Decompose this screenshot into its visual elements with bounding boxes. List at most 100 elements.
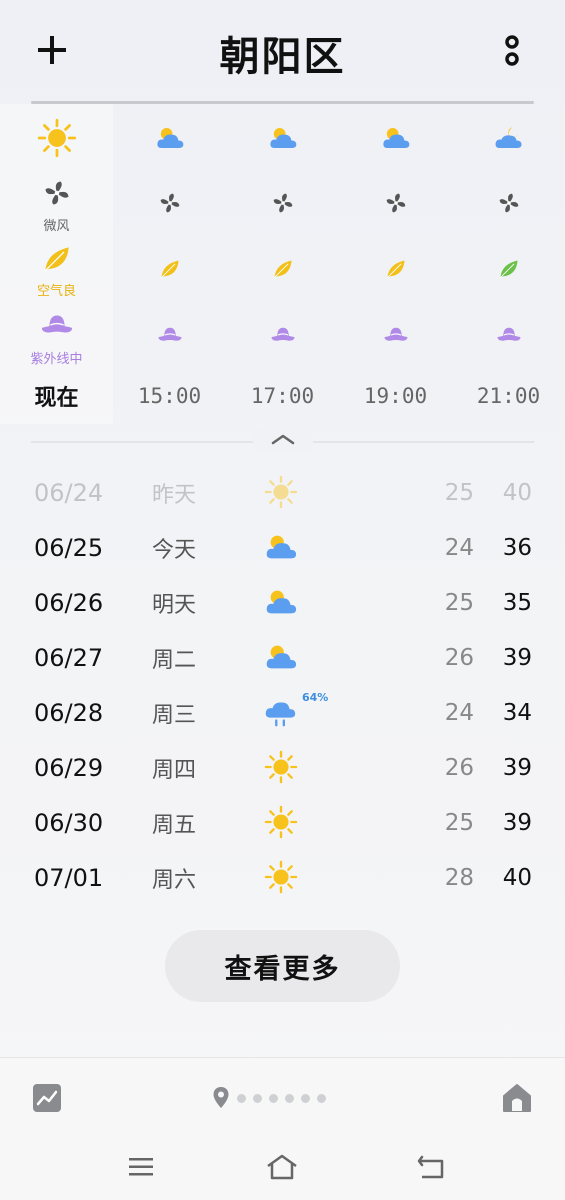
header: 朝阳区 <box>0 0 565 100</box>
sunny-icon <box>264 860 300 896</box>
day-date: 07/01 <box>34 863 104 892</box>
sunny-icon <box>37 118 77 162</box>
precip-chance: 64% <box>302 691 329 704</box>
view-more-button[interactable]: 查看更多 <box>165 930 400 1002</box>
leaf-icon <box>42 244 72 278</box>
partly-cloudy-icon <box>268 123 298 157</box>
wind-icon <box>496 190 522 220</box>
hourly-column: 15:00 <box>113 104 226 424</box>
partly-cloudy-icon <box>264 585 300 621</box>
page-dot[interactable] <box>253 1093 262 1103</box>
hourly-time: 现在 <box>34 386 79 411</box>
partly-cloudy-icon <box>381 123 411 157</box>
page-indicator[interactable] <box>212 1086 326 1110</box>
daily-row[interactable]: 07/01 周六 28 40 <box>0 850 565 905</box>
day-low-temp: 25 <box>444 479 474 506</box>
system-nav-bar <box>0 1137 565 1200</box>
page-dot[interactable] <box>285 1093 294 1103</box>
daily-row[interactable]: 06/30 周五 25 39 <box>0 795 565 850</box>
rain-icon <box>264 695 300 731</box>
air-quality-label: 空气良 <box>36 283 76 299</box>
day-high-temp: 39 <box>502 809 532 836</box>
leaf-icon <box>272 258 294 284</box>
hourly-air-quality: 空气良 <box>0 238 113 304</box>
day-low-temp: 24 <box>444 534 474 561</box>
wind-icon <box>157 190 183 220</box>
home-icon <box>503 1084 531 1112</box>
page-dot[interactable] <box>301 1093 310 1103</box>
hourly-wind <box>452 172 565 238</box>
page-dot[interactable] <box>317 1093 326 1103</box>
wind-icon <box>270 190 296 220</box>
day-date: 06/29 <box>34 753 104 782</box>
day-low-temp: 26 <box>444 644 474 671</box>
back-icon <box>417 1155 444 1179</box>
day-name: 周二 <box>152 647 197 673</box>
hourly-time: 17:00 <box>250 384 315 408</box>
uv-hat-icon <box>270 322 296 352</box>
hourly-air-quality <box>452 238 565 304</box>
day-high-temp: 36 <box>502 534 532 561</box>
day-high-temp: 39 <box>502 644 532 671</box>
day-name: 明天 <box>152 592 197 618</box>
hourly-time: 19:00 <box>363 384 428 408</box>
hourly-time: 15:00 <box>137 384 202 408</box>
uv-hat-icon <box>157 322 183 352</box>
home-button[interactable] <box>501 1082 533 1114</box>
day-date: 06/27 <box>34 643 104 672</box>
partly-cloudy-icon <box>264 530 300 566</box>
hourly-uv <box>113 304 226 370</box>
uv-label: 紫外线中 <box>30 351 83 367</box>
day-name: 周四 <box>152 757 197 783</box>
hourly-column: 21:00 <box>452 104 565 424</box>
page-dot[interactable] <box>237 1093 246 1103</box>
day-high-temp: 35 <box>502 589 532 616</box>
hourly-wind <box>339 172 452 238</box>
leaf-icon <box>385 258 407 284</box>
day-date: 06/30 <box>34 808 104 837</box>
collapse-toggle[interactable] <box>253 426 313 452</box>
nav-home-button[interactable] <box>266 1151 298 1183</box>
page-dot[interactable] <box>269 1093 278 1103</box>
hourly-air-quality <box>226 238 339 304</box>
nav-menu-button[interactable] <box>125 1151 157 1183</box>
trend-button[interactable] <box>31 1082 63 1114</box>
day-high-temp: 39 <box>502 754 532 781</box>
daily-row[interactable]: 06/28 周三 64% 24 34 <box>0 685 565 740</box>
partly-cloudy-icon <box>155 123 185 157</box>
daily-row[interactable]: 06/24 昨天 25 40 <box>0 465 565 520</box>
location-pin-icon <box>213 1087 229 1108</box>
daily-row[interactable]: 06/27 周二 26 39 <box>0 630 565 685</box>
uv-hat-icon <box>383 322 409 352</box>
wind-icon <box>41 177 73 213</box>
sunny-icon <box>264 750 300 786</box>
day-low-temp: 25 <box>444 809 474 836</box>
bottom-bar <box>0 1057 565 1137</box>
hourly-wind <box>226 172 339 238</box>
hourly-column: 微风 空气良 紫外线中现在 <box>0 104 113 424</box>
uv-hat-icon <box>40 308 74 346</box>
sunny-icon <box>264 805 300 841</box>
hourly-uv <box>452 304 565 370</box>
hourly-forecast[interactable]: 微风 空气良 紫外线中 现在 15:00 17:00 19:00 21:00 <box>0 104 565 424</box>
hourly-uv: 紫外线中 <box>0 304 113 370</box>
daily-row[interactable]: 06/26 明天 25 35 <box>0 575 565 630</box>
page-title: 朝阳区 <box>219 34 346 80</box>
cloudy-night-icon <box>494 123 524 157</box>
hourly-uv <box>226 304 339 370</box>
more-options-button[interactable] <box>496 30 528 74</box>
hourly-weather <box>339 108 452 172</box>
hourly-weather <box>0 108 113 172</box>
sunny-icon <box>264 475 300 511</box>
day-low-temp: 28 <box>444 864 474 891</box>
hourly-uv <box>339 304 452 370</box>
day-date: 06/26 <box>34 588 104 617</box>
nav-back-button[interactable] <box>415 1151 447 1183</box>
daily-row[interactable]: 06/29 周四 26 39 <box>0 740 565 795</box>
day-low-temp: 26 <box>444 754 474 781</box>
day-high-temp: 40 <box>502 479 532 506</box>
uv-hat-icon <box>496 322 522 352</box>
daily-row[interactable]: 06/25 今天 24 36 <box>0 520 565 575</box>
day-high-temp: 34 <box>502 699 532 726</box>
wind-label: 微风 <box>43 218 70 234</box>
